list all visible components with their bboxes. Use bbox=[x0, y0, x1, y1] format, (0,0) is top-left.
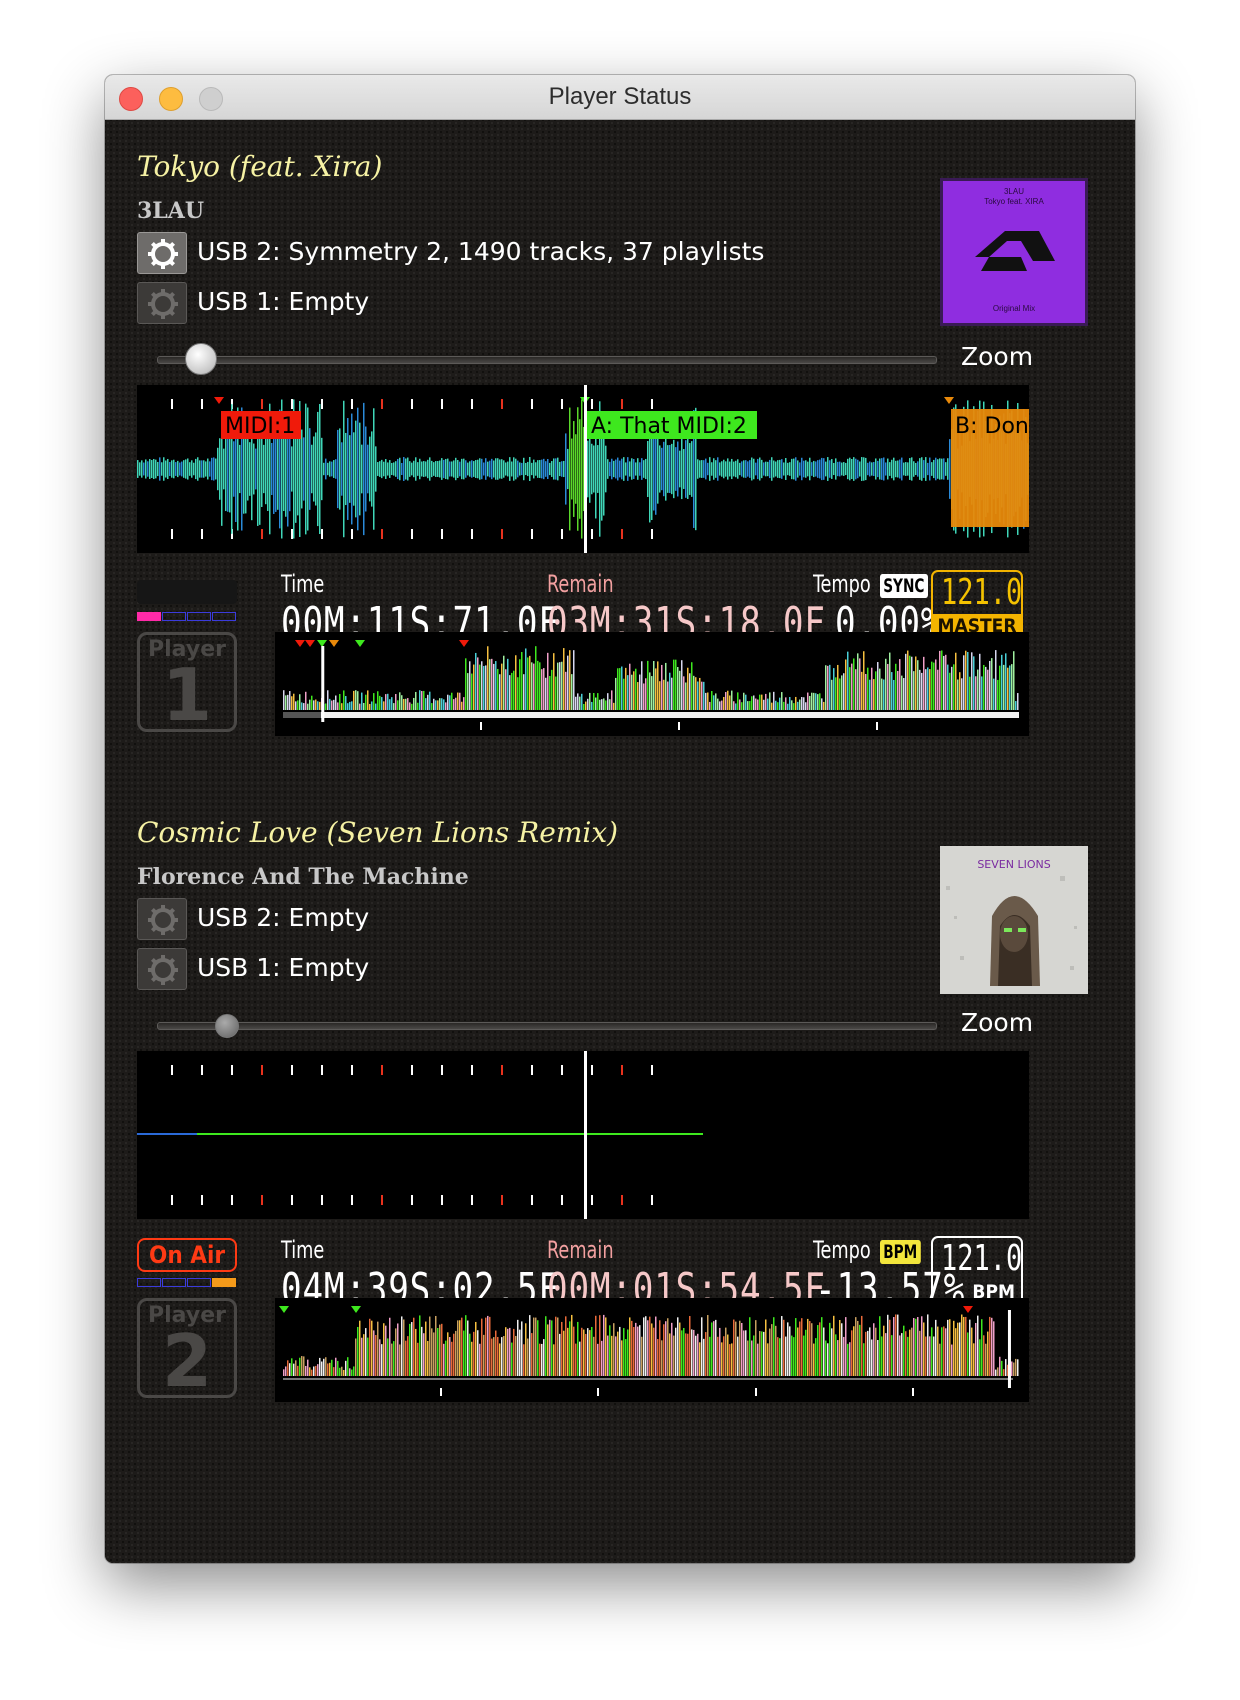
label-logo-icon bbox=[975, 231, 1055, 271]
cue-label-1: MIDI:1 bbox=[225, 414, 295, 439]
art-text: SEVEN LIONS bbox=[977, 858, 1050, 871]
remain-label: Remain bbox=[547, 570, 614, 598]
preview-waveform[interactable] bbox=[275, 1298, 1029, 1402]
gear-icon bbox=[148, 905, 178, 935]
zoom-slider[interactable] bbox=[157, 356, 937, 364]
usb-2-settings-button[interactable] bbox=[137, 232, 187, 274]
player-status-content: Tokyo (feat. Xira) 3LAU USB 2: Symmetry … bbox=[105, 120, 1135, 1563]
art-text-artist: 3LAU bbox=[1003, 187, 1024, 196]
zoom-label: Zoom bbox=[961, 1008, 1034, 1037]
track-title: Cosmic Love (Seven Lions Remix) bbox=[137, 816, 619, 849]
waveform-line bbox=[137, 1133, 703, 1135]
preview-playhead bbox=[321, 646, 325, 722]
player-number: 1 bbox=[161, 653, 213, 737]
zoom-slider-knob[interactable] bbox=[215, 1014, 239, 1038]
player-status-window: Player Status Tokyo (feat. Xira) 3LAU US… bbox=[105, 75, 1135, 1563]
usb-1-status: USB 1: Empty bbox=[197, 953, 370, 982]
usb-2-status: USB 2: Symmetry 2, 1490 tracks, 37 playl… bbox=[197, 237, 765, 266]
track-artist: 3LAU bbox=[137, 198, 205, 224]
art-text-title: Tokyo feat. XIRA bbox=[984, 197, 1044, 206]
on-air-indicator bbox=[137, 580, 237, 604]
zoom-slider-knob[interactable] bbox=[185, 343, 217, 375]
usb-1-settings-button[interactable] bbox=[137, 282, 187, 324]
bpm-display: 121.0 BPM bbox=[931, 1236, 1023, 1306]
on-air-indicator: On Air bbox=[137, 1238, 237, 1272]
playhead bbox=[584, 1051, 587, 1219]
track-title: Tokyo (feat. Xira) bbox=[137, 150, 383, 183]
preview-playhead bbox=[1007, 1310, 1011, 1388]
detail-waveform[interactable] bbox=[137, 1051, 1029, 1219]
player-2-panel: Cosmic Love (Seven Lions Remix) Florence… bbox=[105, 816, 1135, 1522]
album-art: 3LAU Tokyo feat. XIRA Original Mix bbox=[940, 178, 1088, 326]
title-bar[interactable]: Player Status bbox=[105, 75, 1135, 120]
sync-badge: SYNC bbox=[880, 574, 928, 598]
usb-2-settings-button[interactable] bbox=[137, 898, 187, 940]
bpm-value: 121.0 bbox=[941, 1238, 1023, 1279]
tempo-label: Tempo bbox=[813, 570, 871, 598]
gear-icon bbox=[148, 955, 178, 985]
gear-icon bbox=[148, 239, 178, 269]
zoom-slider[interactable] bbox=[157, 1022, 937, 1030]
album-art-image: SEVEN LIONS bbox=[940, 846, 1088, 994]
player-number-badge: Player 1 bbox=[137, 632, 237, 737]
beat-indicator bbox=[137, 1278, 237, 1287]
player-1-panel: Tokyo (feat. Xira) 3LAU USB 2: Symmetry … bbox=[105, 120, 1135, 800]
usb-1-settings-button[interactable] bbox=[137, 948, 187, 990]
album-art: SEVEN LIONS bbox=[940, 846, 1088, 994]
player-number: 2 bbox=[161, 1319, 213, 1403]
bpm-display: 121.0 MASTER bbox=[931, 570, 1023, 640]
usb-1-status: USB 1: Empty bbox=[197, 287, 370, 316]
time-label: Time bbox=[281, 570, 325, 598]
cue-label-a: A: That MIDI:2 bbox=[591, 414, 747, 439]
detail-waveform[interactable]: MIDI:1 A: That MIDI:2 B: Don bbox=[137, 385, 1029, 553]
playhead bbox=[584, 385, 587, 553]
bpm-value: 121.0 bbox=[941, 572, 1023, 613]
remain-label: Remain bbox=[547, 1236, 614, 1264]
bpm-badge: BPM bbox=[880, 1240, 921, 1264]
cue-label-b: B: Don bbox=[955, 414, 1029, 439]
player-2-status: On Air Player 2 Time Remain Tempo BPM 04… bbox=[105, 1236, 1135, 1416]
gear-icon bbox=[148, 289, 178, 319]
beat-indicator bbox=[137, 612, 237, 621]
zoom-label: Zoom bbox=[961, 342, 1034, 371]
preview-waveform[interactable] bbox=[275, 632, 1029, 736]
player-number-badge: Player 2 bbox=[137, 1298, 237, 1403]
player-1-status: Player 1 Time Remain Tempo SYNC 00M:11S:… bbox=[105, 570, 1135, 750]
window-title: Player Status bbox=[548, 83, 692, 110]
track-artist: Florence And The Machine bbox=[137, 864, 469, 890]
tempo-label: Tempo bbox=[813, 1236, 871, 1264]
art-text-mix: Original Mix bbox=[992, 304, 1036, 313]
time-label: Time bbox=[281, 1236, 325, 1264]
usb-2-status: USB 2: Empty bbox=[197, 903, 370, 932]
